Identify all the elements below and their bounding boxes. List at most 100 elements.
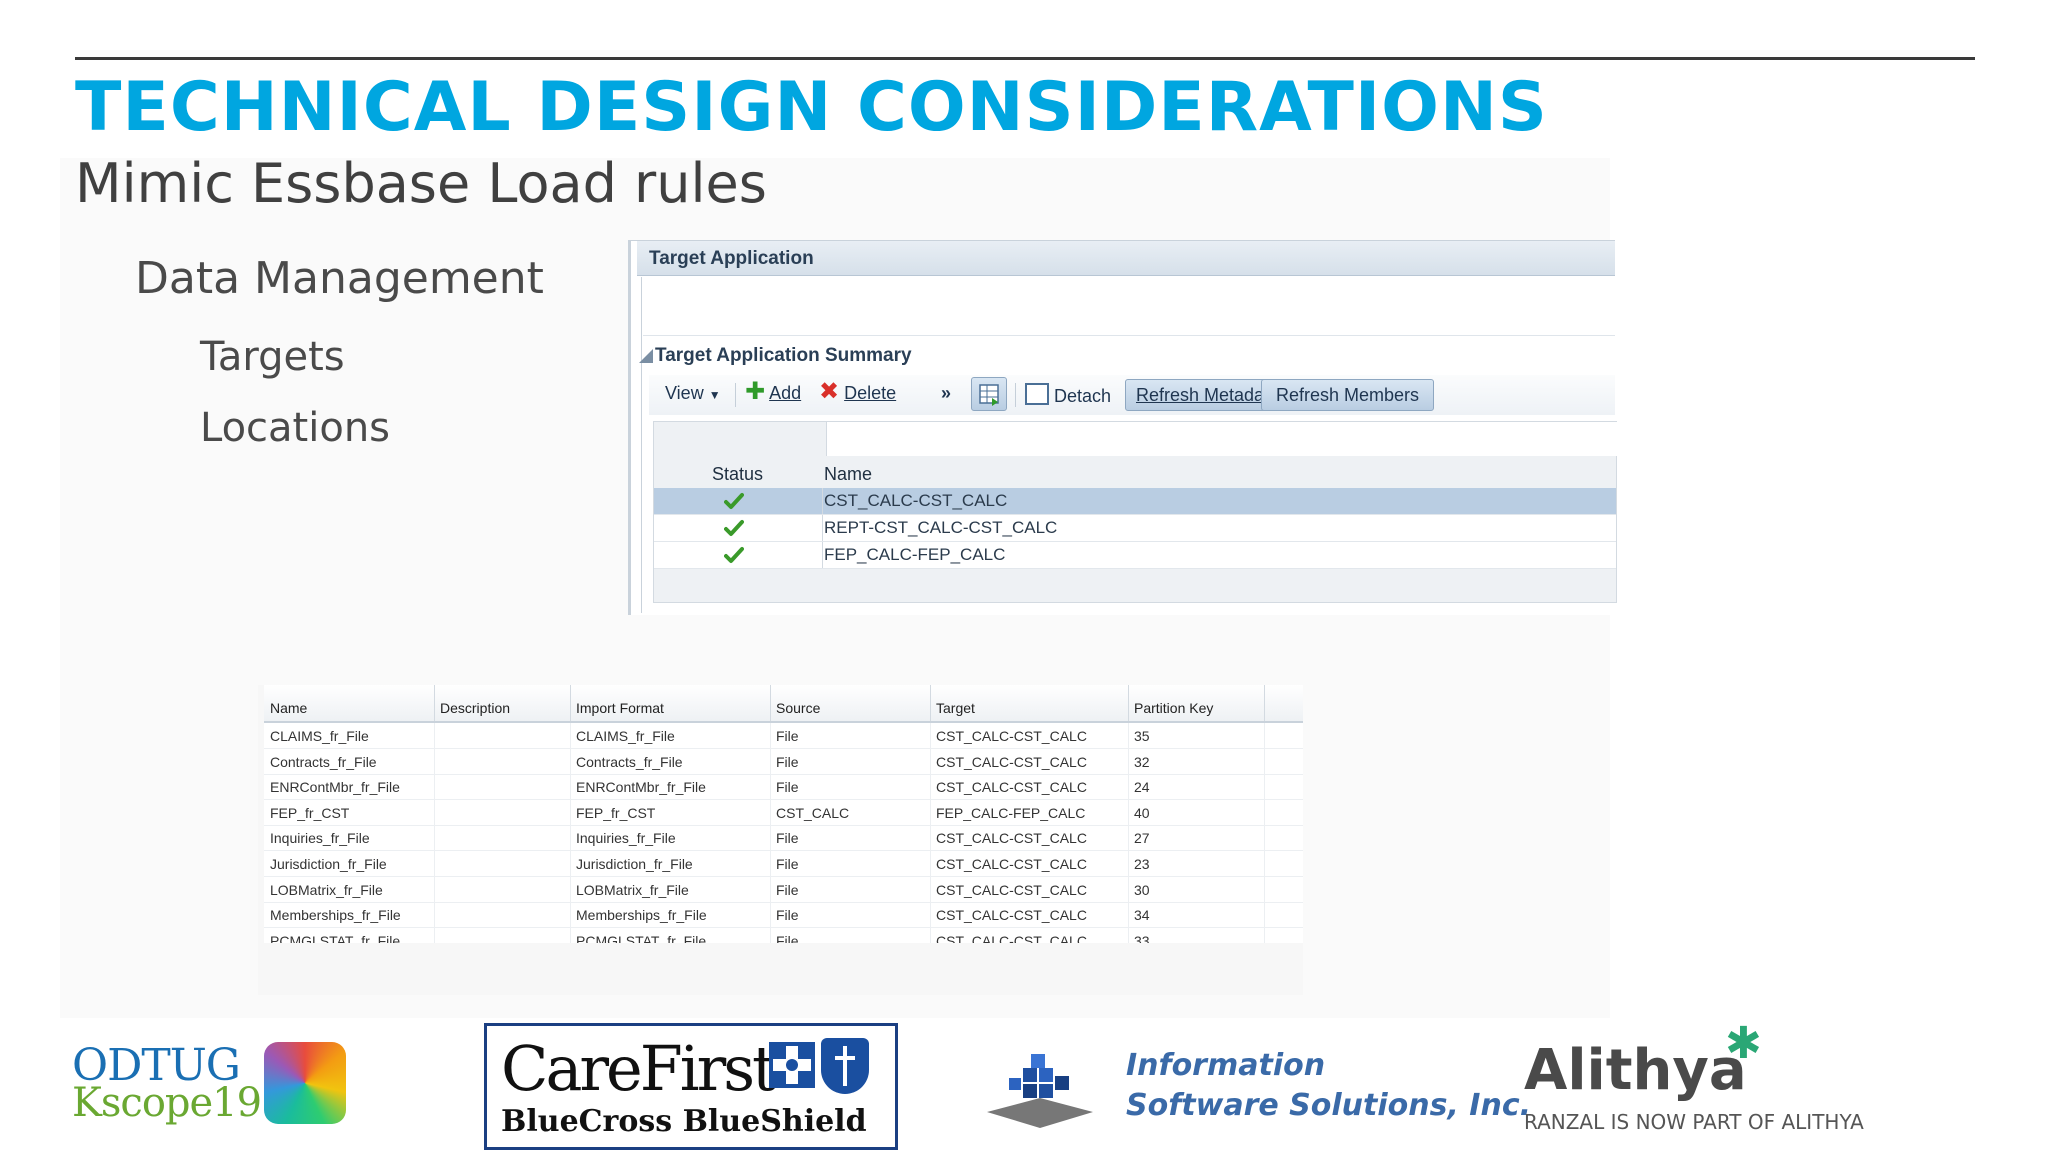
column-divider (1128, 902, 1129, 928)
plus-icon: ✚ (745, 378, 766, 405)
column-divider (434, 748, 435, 774)
table-row[interactable]: Memberships_fr_File Memberships_fr_File Fi… (264, 902, 1303, 929)
bullet-locations: Locations (200, 405, 391, 451)
column-divider (1128, 685, 1129, 721)
export-grid-icon[interactable] (971, 377, 1007, 411)
column-divider (930, 825, 931, 851)
column-header-target[interactable]: Target (936, 700, 975, 716)
partition-key-cell: 27 (1134, 830, 1150, 847)
column-divider (1264, 774, 1265, 800)
column-divider (434, 902, 435, 928)
column-divider (570, 799, 571, 825)
column-divider (1128, 851, 1129, 876)
column-header-name[interactable]: Name (824, 464, 872, 485)
column-header-status[interactable]: Status (712, 464, 763, 485)
status-check-icon (724, 545, 744, 565)
target-cell: CST_CALC-CST_CALC (936, 728, 1087, 744)
import-format-cell: Jurisdiction_fr_File (576, 856, 693, 872)
partition-key-cell: 33 (1134, 932, 1150, 943)
table-row[interactable]: REPT-CST_CALC-CST_CALC (654, 515, 1616, 542)
table-row[interactable]: FEP_fr_CST FEP_fr_CST CST_CALC FEP_CALC-FEP… (264, 799, 1303, 826)
import-format-cell: ENRContMbr_fr_File (576, 779, 706, 796)
table-row[interactable]: PCMGLSTAT_fr_File PCMGLSTAT_fr_File File CS… (264, 927, 1303, 943)
table-row[interactable]: CLAIMS_fr_File CLAIMS_fr_File File CST_CALC… (264, 723, 1303, 749)
target-cell: CST_CALC-CST_CALC (936, 856, 1087, 872)
target-cell: CST_CALC-CST_CALC (936, 830, 1087, 847)
table-row[interactable]: FEP_CALC-FEP_CALC (654, 542, 1616, 569)
table-row[interactable]: Contracts_fr_File Contracts_fr_File File CS… (264, 748, 1303, 775)
column-divider (822, 515, 823, 541)
column-header-import-format[interactable]: Import Format (576, 700, 664, 716)
table-row[interactable]: Jurisdiction_fr_File Jurisdiction_fr_File… (264, 851, 1303, 877)
location-name-cell: Memberships_fr_File (270, 907, 401, 924)
slide-subtitle: Mimic Essbase Load rules (75, 152, 767, 215)
column-header-partition-key[interactable]: Partition Key (1134, 700, 1213, 716)
bcbs-logo-text: BlueCross BlueShield (501, 1104, 867, 1139)
iss-logo-line1: Information (1126, 1048, 1326, 1083)
target-application-grid: Status Name CST_CALC-CST_CALC REPT-CST_CA… (653, 421, 1617, 603)
delete-label: Delete (844, 383, 897, 403)
detach-icon (1025, 383, 1049, 405)
partition-key-cell: 24 (1134, 779, 1150, 796)
column-divider (1264, 685, 1265, 721)
delete-button[interactable]: ✖ Delete (819, 380, 897, 404)
detach-label: Detach (1054, 386, 1112, 406)
column-divider (1264, 748, 1265, 774)
add-button[interactable]: ✚ Add (745, 380, 801, 404)
column-header-name[interactable]: Name (270, 700, 307, 716)
view-menu[interactable]: View ▼ (665, 383, 721, 404)
table-row[interactable]: CST_CALC-CST_CALC (654, 488, 1616, 515)
import-format-cell: Contracts_fr_File (576, 753, 683, 770)
partition-key-cell: 30 (1134, 881, 1150, 898)
location-name-cell: Inquiries_fr_File (270, 830, 370, 847)
column-divider (770, 685, 771, 721)
column-divider (770, 774, 771, 800)
locations-panel: Name Description Import Format Source Target… (258, 685, 1303, 995)
column-divider (930, 927, 931, 943)
column-divider (434, 876, 435, 902)
column-divider (822, 488, 823, 514)
kscope-mark-icon (264, 1042, 346, 1124)
filter-row[interactable] (826, 422, 1617, 456)
source-cell: File (776, 881, 799, 898)
separator (1015, 383, 1016, 407)
carefirst-logo: CareFirst BlueCross BlueShield (484, 1023, 898, 1150)
column-divider (570, 723, 571, 748)
table-row[interactable]: LOBMatrix_fr_File LOBMatrix_fr_File File CS… (264, 876, 1303, 903)
column-divider (570, 851, 571, 876)
source-cell: File (776, 753, 799, 770)
column-divider (434, 685, 435, 721)
column-divider (770, 876, 771, 902)
column-divider (570, 927, 571, 943)
summary-title: Target Application Summary (655, 345, 912, 366)
column-divider (1264, 723, 1265, 748)
partition-key-cell: 40 (1134, 804, 1150, 821)
column-header-source[interactable]: Source (776, 700, 820, 716)
asterisk-mark-icon: ✱ (1725, 1019, 1762, 1068)
carefirst-logo-text: CareFirst (501, 1032, 777, 1105)
more-overflow-icon[interactable]: » (941, 383, 951, 404)
detach-button[interactable]: Detach (1025, 383, 1111, 407)
separator (735, 383, 736, 407)
location-name-cell: PCMGLSTAT_fr_File (270, 932, 401, 943)
source-cell: File (776, 856, 799, 872)
information-software-solutions-cube-icon (985, 1050, 1095, 1130)
table-row[interactable]: ENRContMbr_fr_File ENRContMbr_fr_File File… (264, 774, 1303, 801)
table-row[interactable]: Inquiries_fr_File Inquiries_fr_File File CS… (264, 825, 1303, 852)
collapse-triangle-icon[interactable] (639, 349, 653, 363)
target-application-header: Target Application (637, 241, 1615, 276)
location-name-cell: ENRContMbr_fr_File (270, 779, 400, 796)
information-software-solutions-logo: Information Software Solutions, Inc. (1126, 1046, 1531, 1126)
column-divider (770, 748, 771, 774)
refresh-members-button[interactable]: Refresh Members (1261, 379, 1435, 411)
source-cell: CST_CALC (776, 804, 850, 821)
column-divider (930, 748, 931, 774)
delete-x-icon: ✖ (819, 378, 840, 405)
column-divider (1128, 825, 1129, 851)
column-divider (770, 851, 771, 876)
column-divider (770, 902, 771, 928)
target-cell: CST_CALC-CST_CALC (936, 907, 1087, 924)
title-rule (75, 57, 1975, 60)
partition-key-cell: 23 (1134, 856, 1150, 872)
column-header-description[interactable]: Description (440, 700, 510, 716)
